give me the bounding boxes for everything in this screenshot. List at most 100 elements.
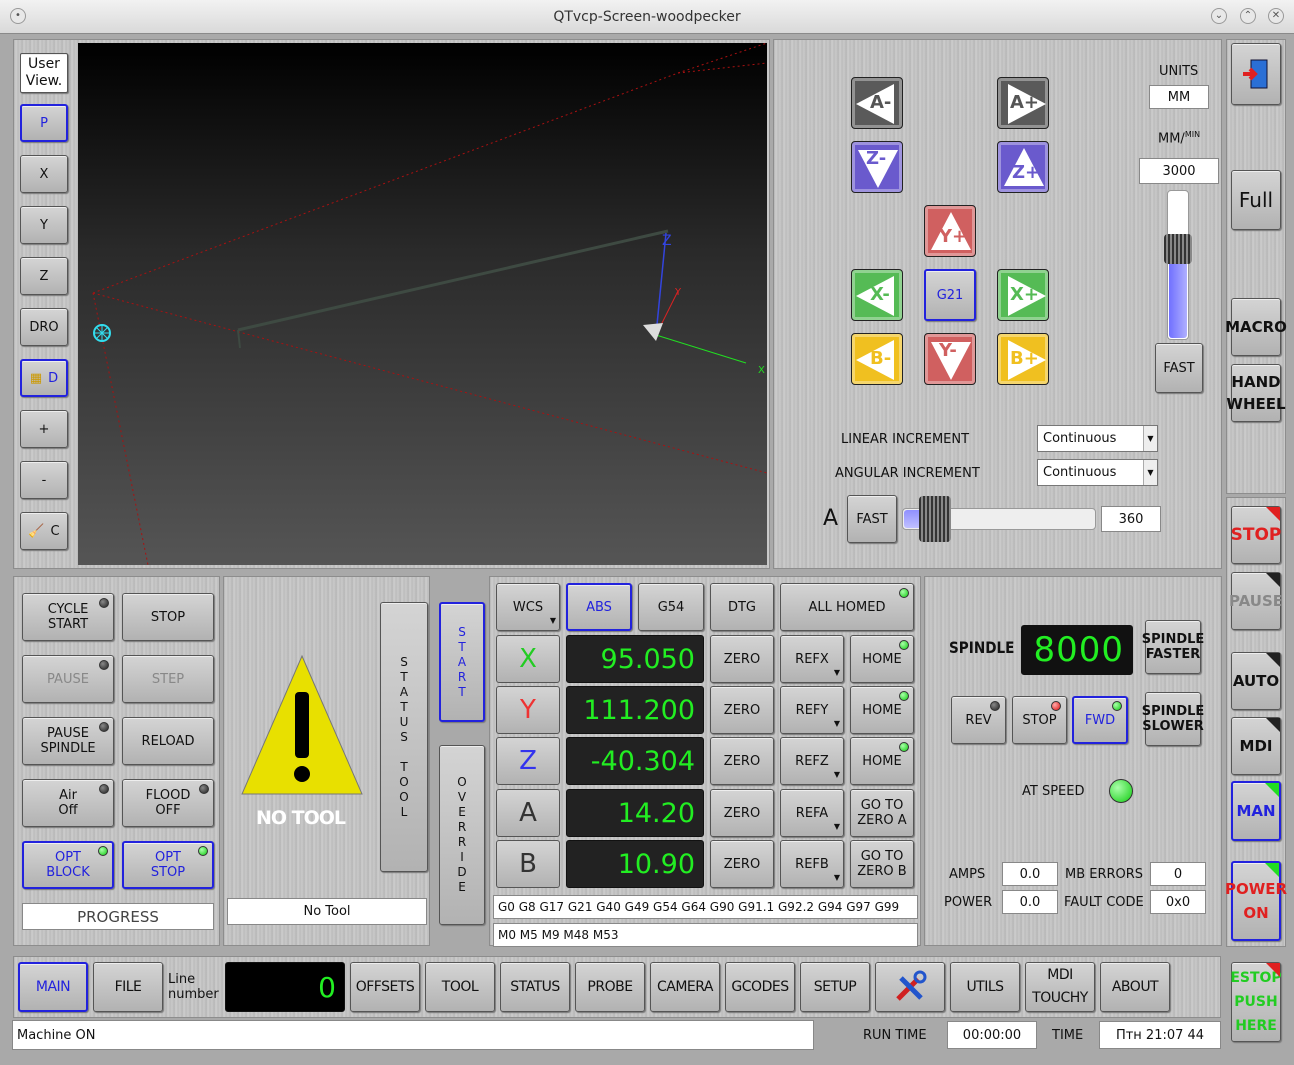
view-dro-button[interactable]: DRO [20,308,68,346]
tab-offsets[interactable]: OFFSETS [350,962,420,1012]
jog-z-plus-button[interactable]: Z+ [997,141,1049,193]
view-y-button[interactable]: Y [20,206,68,244]
angular-rate-handle[interactable] [919,496,951,542]
linear-increment-select[interactable]: Continuous ▼ [1037,425,1158,452]
clear-plot-button[interactable]: 🧹 C [20,512,68,550]
jog-y-minus-button[interactable]: Y- [924,333,976,385]
spindle-stop-button[interactable]: STOP [1012,696,1067,744]
zero-b-button[interactable]: ZERO [710,840,774,888]
program-pause-button[interactable]: PAUSE [22,655,114,703]
tab-tools-settings[interactable] [875,962,945,1012]
tab-main[interactable]: MAIN [18,962,88,1012]
view-p-button[interactable]: P [20,104,68,142]
view-x-button[interactable]: X [20,155,68,193]
override-button[interactable]: OVERRIDE [439,745,485,925]
jog-a-plus-button[interactable]: A+ [997,77,1049,129]
minimize-icon[interactable]: ⌄ [1211,8,1227,24]
stop-button[interactable]: STOP [1231,506,1281,564]
tab-utils[interactable]: UTILS [950,962,1020,1012]
jog-y-plus-button[interactable]: Y+ [924,205,976,257]
macro-button[interactable]: MACRO [1225,298,1287,356]
angular-rate-slider[interactable] [902,496,1096,542]
jog-x-plus-button[interactable]: X+ [997,269,1049,321]
view-z-button[interactable]: Z [20,257,68,295]
user-view-button[interactable]: User View. [20,53,68,93]
flood-toggle-button[interactable]: FLOOD OFF [122,779,214,827]
a-fast-button[interactable]: FAST [847,495,897,543]
full-button[interactable]: Full [1231,170,1281,230]
estop-button[interactable]: ESTOP PUSH HERE [1230,962,1282,1042]
zero-z-button[interactable]: ZERO [710,737,774,785]
tab-mdi-touchy[interactable]: MDI TOUCHY [1025,962,1095,1012]
jog-z-minus-button[interactable]: Z- [851,141,903,193]
dtg-button[interactable]: DTG [710,583,774,631]
cycle-start-button[interactable]: CYCLE START [22,593,114,641]
program-stop-button[interactable]: STOP [122,593,214,641]
jog-rate-handle[interactable] [1164,234,1192,265]
spindle-slower-button[interactable]: SPINDLE SLOWER [1142,692,1204,746]
jog-b-plus-button[interactable]: B+ [997,333,1049,385]
spindle-rev-button[interactable]: REV [951,696,1006,744]
home-b-button[interactable]: GO TO ZERO B [850,840,914,888]
tab-probe[interactable]: PROBE [575,962,645,1012]
tab-setup[interactable]: SETUP [800,962,870,1012]
ref-a-button[interactable]: REFA ▼ [780,789,844,837]
tab-about[interactable]: ABOUT [1100,962,1170,1012]
home-z-button[interactable]: HOME [850,737,914,785]
jog-fast-button[interactable]: FAST [1155,343,1203,393]
hand-wheel-button[interactable]: HAND WHEEL [1226,364,1286,422]
g21-button[interactable]: G21 [924,269,976,321]
tab-tool[interactable]: TOOL [425,962,495,1012]
ref-z-button[interactable]: REFZ ▼ [780,737,844,785]
ref-y-button[interactable]: REFY ▼ [780,686,844,734]
tab-gcodes[interactable]: GCODES [725,962,795,1012]
exit-button[interactable] [1231,43,1281,105]
zoom-out-button[interactable]: - [20,461,68,499]
all-homed-button[interactable]: ALL HOMED [780,583,914,631]
tab-camera[interactable]: CAMERA [650,962,720,1012]
reload-button[interactable]: RELOAD [122,717,214,765]
maximize-icon[interactable]: ⌃ [1240,8,1256,24]
close-icon[interactable]: ✕ [1268,8,1284,24]
air-toggle-button[interactable]: Air Off [22,779,114,827]
spindle-fwd-button[interactable]: FWD [1072,696,1128,744]
gcode-preview-canvas[interactable]: Z Y X [78,42,768,566]
home-a-button[interactable]: GO TO ZERO A [850,789,914,837]
spindle-faster-button[interactable]: SPINDLE FASTER [1142,620,1204,674]
jog-rate-value[interactable]: 3000 [1139,158,1219,184]
program-step-button[interactable]: STEP [122,655,214,703]
ref-b-button[interactable]: REFB ▼ [780,840,844,888]
mb-errors-label: MB ERRORS [1065,867,1144,882]
home-x-button[interactable]: HOME [850,635,914,683]
a-rate-value[interactable]: 360 [1101,506,1161,532]
view-d-button[interactable]: ▦ D [20,359,68,397]
tab-status[interactable]: STATUS [500,962,570,1012]
zero-y-button[interactable]: ZERO [710,686,774,734]
angular-increment-select[interactable]: Continuous ▼ [1037,459,1158,486]
abs-button[interactable]: ABS [566,583,632,631]
pause-spindle-button[interactable]: PAUSE SPINDLE [22,717,114,765]
home-y-button[interactable]: HOME [850,686,914,734]
man-mode-button[interactable]: MAN [1231,781,1281,841]
g54-button[interactable]: G54 [638,583,704,631]
zero-a-button[interactable]: ZERO [710,789,774,837]
jog-rate-slider[interactable] [1164,190,1192,340]
opt-stop-button[interactable]: OPT STOP [122,841,214,889]
pause-button[interactable]: PAUSE [1229,572,1283,630]
auto-mode-button[interactable]: AUTO [1231,652,1281,710]
opt-block-button[interactable]: OPT BLOCK [22,841,114,889]
ref-x-button[interactable]: REFX ▼ [780,635,844,683]
dro-value-a: 14.20 [566,789,704,837]
jog-b-minus-button[interactable]: B- [851,333,903,385]
start-button[interactable]: START [439,602,485,722]
jog-x-minus-button[interactable]: X- [851,269,903,321]
zero-x-button[interactable]: ZERO [710,635,774,683]
jog-a-minus-button[interactable]: A- [851,77,903,129]
wcs-button[interactable]: WCS ▼ [496,583,560,631]
power-button[interactable]: POWER ON [1225,861,1287,941]
mdi-mode-button[interactable]: MDI [1231,717,1281,775]
status-tool-button[interactable]: STATUS TOOL [380,602,428,872]
rate-label: MM/MIN [1158,130,1201,147]
tab-file[interactable]: FILE [93,962,163,1012]
zoom-in-button[interactable]: + [20,410,68,448]
